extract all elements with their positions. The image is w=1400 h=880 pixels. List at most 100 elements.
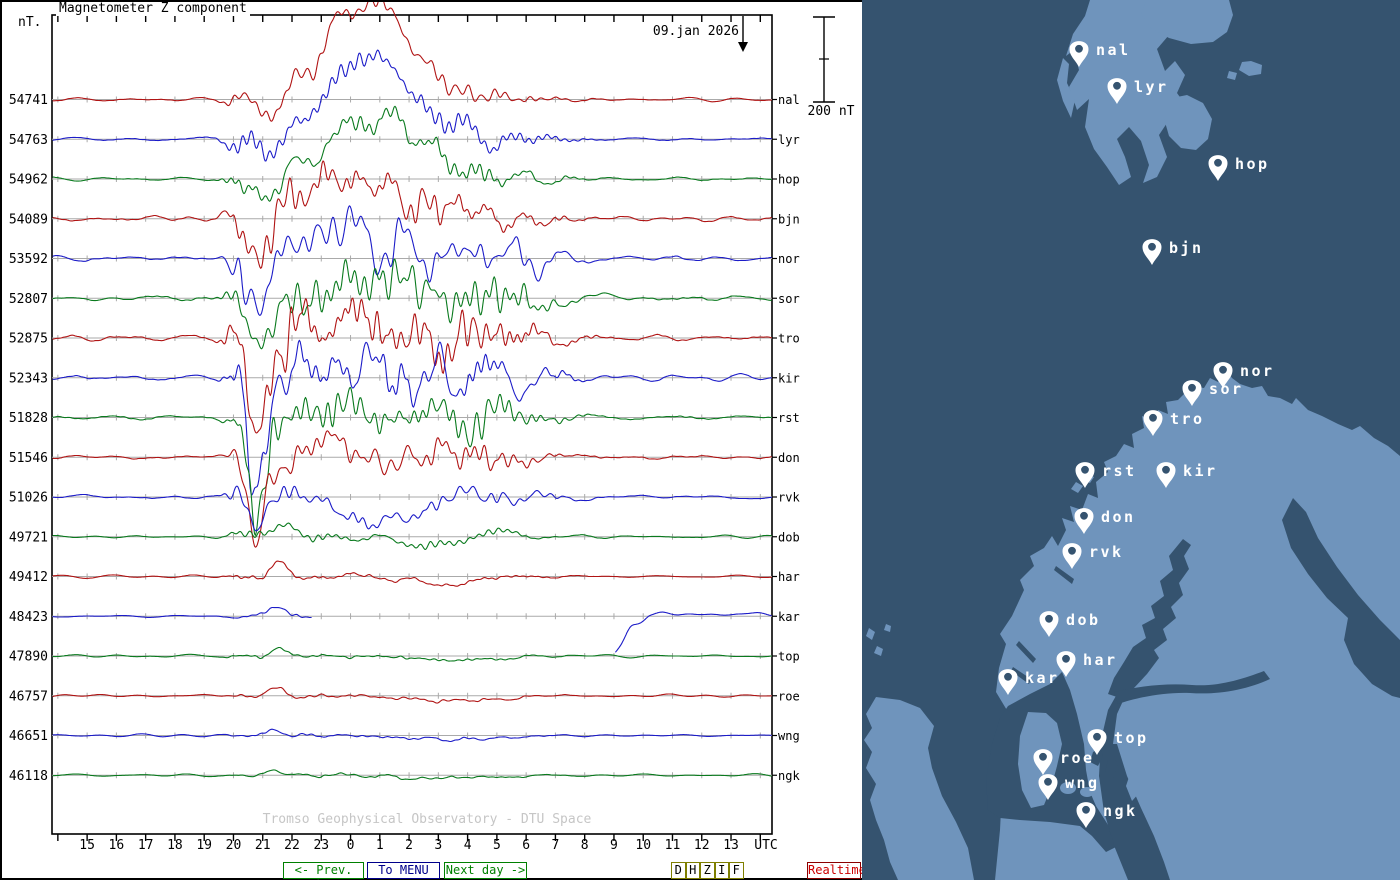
x-axis-hour-label: 4 [464,838,472,853]
y-axis-value-label: 53592 [9,252,48,267]
pin-hole [1188,383,1196,392]
trace-bjn [52,160,772,269]
station-label: ngk [778,769,800,783]
x-axis-unit-label: UTC [754,838,777,853]
x-axis-hour-label: 19 [196,838,212,853]
y-axis-value-label: 46757 [9,689,48,704]
pin-hole [1214,158,1222,167]
scale-bar-label: 200 nT [807,104,855,119]
station-label: rvk [778,491,800,505]
pin-hole [1044,777,1052,786]
y-axis-value-label: 51546 [9,451,48,466]
y-axis-value-label: 49412 [9,570,48,585]
map-pin-label: nor [1240,362,1275,380]
y-axis-value-label: 48423 [9,610,48,625]
y-axis-value-label: 54741 [9,93,48,108]
x-axis-hour-label: 6 [522,838,530,853]
magnetogram-panel: 15 16 17 18 19 20 21 22 23 0 1 2 3 4 5 6 7 8 9 10 11 12 13 UTC 5… [0,0,866,880]
prev-day-button[interactable]: <- Prev. day [283,862,364,880]
station-label: nal [778,93,800,107]
pin-hole [1162,465,1170,474]
x-axis-hour-label: 18 [167,838,183,853]
pin-hole [1113,81,1121,90]
station-label: kar [778,610,800,624]
component-button-h[interactable]: H [685,862,700,879]
y-axis-value-label: 47890 [9,650,48,665]
page: 15 16 17 18 19 20 21 22 23 0 1 2 3 4 5 6 7 8 9 10 11 12 13 UTC 5… [0,0,1400,880]
trace-rst [52,386,772,536]
map-pin-label: roe [1060,749,1095,767]
x-axis-hour-label: 1 [376,838,384,853]
y-axis-value-label: 51828 [9,411,48,426]
y-axis-value-label: 52875 [9,332,48,347]
pin-hole [1082,805,1090,814]
station-map: nal lyr hop bjn norsortro rst kir don rvk dob har k… [862,0,1400,880]
map-pin-label: nal [1096,41,1131,59]
trace-nal [52,2,772,122]
toolbar: <- Prev. day To MENU Next day -> DHZIF R… [2,862,866,880]
station-label: wng [778,729,800,743]
x-axis-hour-label: 7 [552,838,560,853]
trace-top [52,646,772,662]
y-axis-value-label: 54089 [9,212,48,227]
map-pin-label: hop [1235,155,1270,173]
to-menu-button[interactable]: To MENU [367,862,440,879]
trace-tro [52,297,772,434]
x-axis-hour-label: 10 [635,838,651,853]
x-axis-hour-label: 22 [284,838,300,853]
x-axis-hour-label: 0 [347,838,355,853]
date-label: 09.jan 2026 [652,24,739,39]
plot-frame [51,14,773,835]
map-pin-label: ngk [1103,802,1138,820]
pin-hole [1068,546,1076,555]
x-axis-hour-label: 15 [79,838,95,853]
pin-hole [1045,614,1053,623]
station-label: rst [778,411,800,425]
station-label: nor [778,252,800,266]
station-label: don [778,451,800,465]
station-label: bjn [778,212,800,226]
map-pin-label: har [1083,651,1118,669]
pin-hole [1004,672,1012,681]
trace-ngk [52,769,772,780]
station-label: hop [778,173,800,187]
x-axis-hour-label: 21 [255,838,271,853]
next-day-button[interactable]: Next day -> [444,862,527,879]
realtime-button[interactable]: Realtime [807,862,866,879]
pin-hole [1081,465,1089,474]
pin-hole [1149,413,1157,422]
station-label: roe [778,689,800,703]
component-button-z[interactable]: Z [700,862,715,879]
pin-hole [1039,752,1047,761]
map-pin-label: lyr [1134,78,1169,96]
map-pin-label: don [1101,508,1136,526]
component-button-d[interactable]: D [671,862,686,879]
component-button-i[interactable]: I [714,862,729,879]
x-axis-hour-label: 5 [493,838,501,853]
y-axis-value-label: 46118 [9,769,48,784]
x-axis-hour-label: 11 [665,838,681,853]
date-arrow-head [738,42,748,52]
component-selector: DHZIF [671,862,744,879]
trace-lyr [52,49,772,162]
trace-har [52,560,772,587]
component-button-f[interactable]: F [729,862,744,879]
pin-hole [1148,242,1156,251]
pin-hole [1062,654,1070,663]
station-map-panel: nal lyr hop bjn nor sor tro rst kir don rvk dob har k… [862,0,1400,880]
pin-hole [1080,511,1088,520]
x-axis-hour-label: 23 [313,838,329,853]
y-axis-value-label: 54962 [9,173,48,188]
station-label: sor [778,292,800,306]
x-axis-hour-label: 2 [405,838,413,853]
map-pin-label: dob [1066,611,1101,629]
map-pin-label: kir [1183,462,1218,480]
map-pin-label: bjn [1169,239,1204,257]
pin-hole [1075,44,1083,53]
x-axis-hour-label: 12 [694,838,710,853]
x-axis-hour-label: 16 [109,838,125,853]
x-axis-hour-label: 3 [434,838,442,853]
station-label: top [778,650,800,664]
y-axis-value-label: 46651 [9,729,48,744]
page-title: Magnetometer Z component [56,2,250,16]
